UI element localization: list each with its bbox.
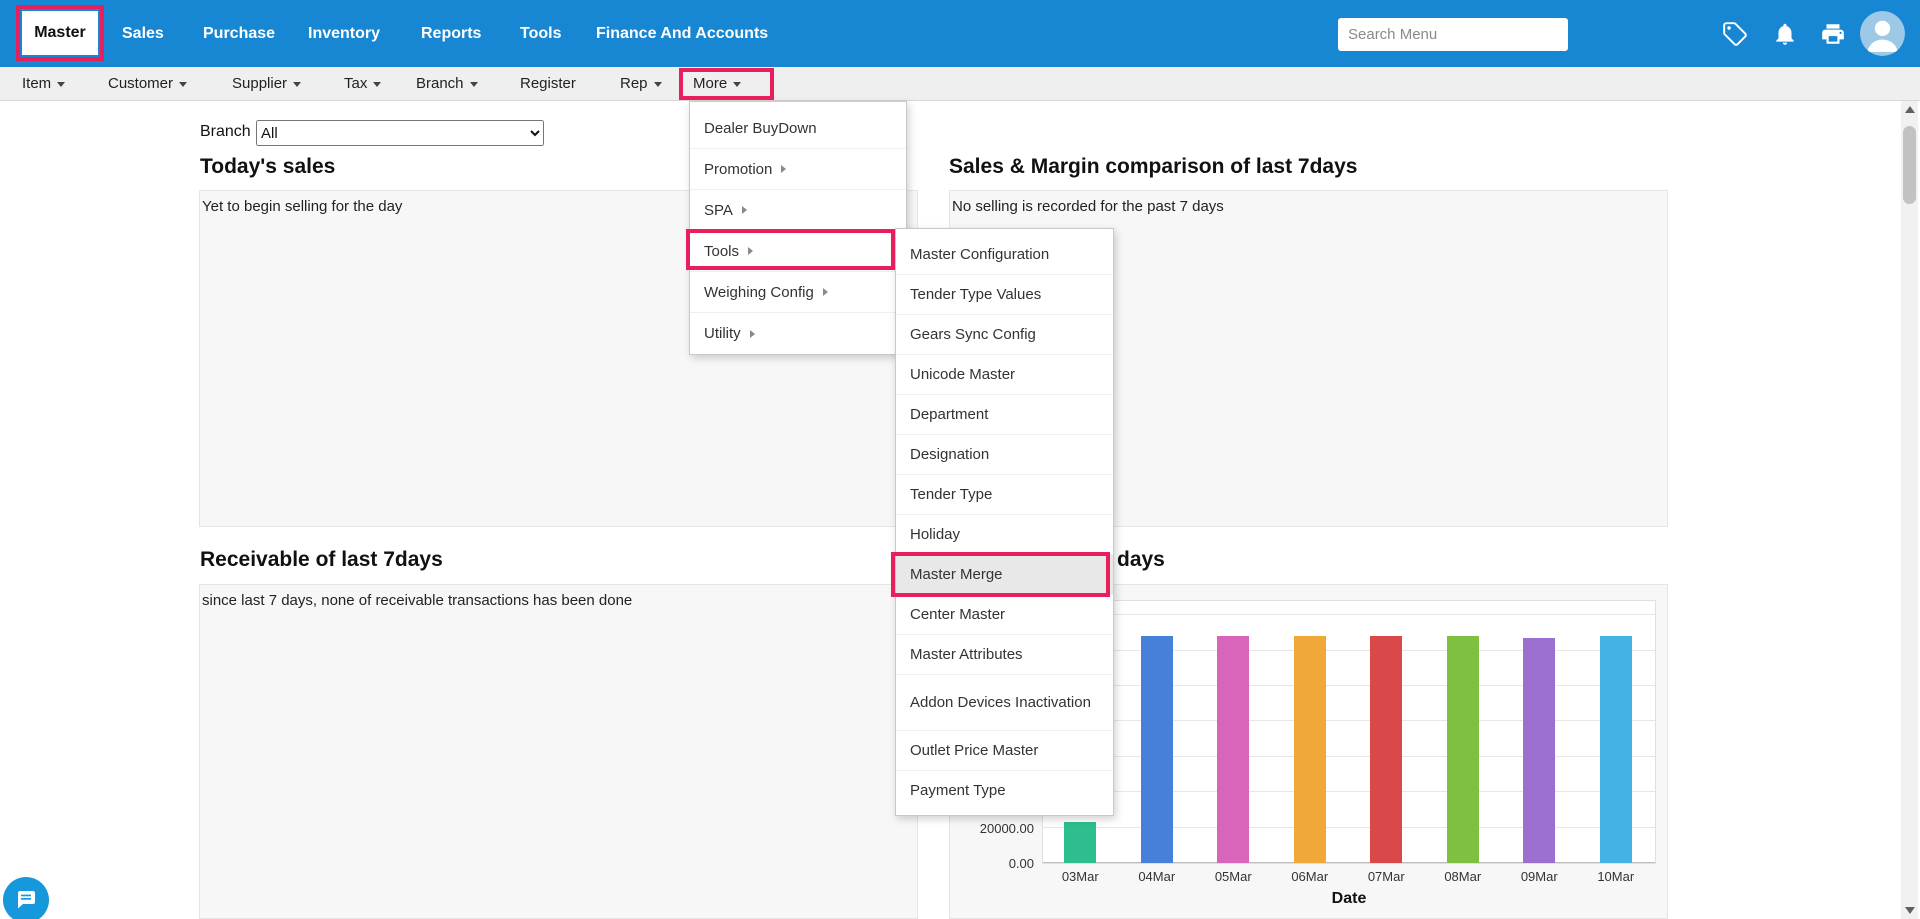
submenu-item-outlet-price-master[interactable]: Outlet Price Master	[896, 731, 1113, 771]
chevron-right-icon	[750, 330, 755, 338]
submenu-item-master-merge[interactable]: Master Merge	[896, 555, 1113, 595]
x-tick-label: 10Mar	[1578, 869, 1655, 884]
subnav-supplier[interactable]: Supplier	[232, 67, 301, 101]
more-dropdown-menu: Dealer BuyDown Promotion SPA Tools Weigh…	[689, 101, 907, 355]
menu-item-spa[interactable]: SPA	[690, 190, 906, 231]
printer-icon[interactable]	[1820, 21, 1846, 47]
sales-margin-empty-text: No selling is recorded for the past 7 da…	[950, 191, 1667, 215]
subnav-more[interactable]: More	[693, 67, 741, 101]
x-tick-label: 07Mar	[1348, 869, 1425, 884]
subnav-rep[interactable]: Rep	[620, 67, 662, 101]
submenu-item-unicode-master[interactable]: Unicode Master	[896, 355, 1113, 395]
submenu-item-addon-devices-inactivation[interactable]: Addon Devices Inactivation	[896, 675, 1113, 731]
x-tick-label: 03Mar	[1042, 869, 1119, 884]
vertical-scrollbar[interactable]	[1901, 101, 1918, 919]
menu-item-dealer-buydown[interactable]: Dealer BuyDown	[690, 108, 906, 149]
search-input[interactable]	[1338, 18, 1568, 51]
bar-05Mar	[1217, 636, 1249, 863]
nav-master[interactable]: Master	[22, 11, 98, 55]
caret-down-icon	[179, 82, 187, 87]
bar-07Mar	[1370, 636, 1402, 863]
subnav-item[interactable]: Item	[22, 67, 65, 101]
nav-inventory[interactable]: Inventory	[308, 0, 380, 67]
chart-x-axis-title: Date	[1042, 890, 1656, 908]
submenu-item-payment-type[interactable]: Payment Type	[896, 771, 1113, 811]
caret-down-icon	[654, 82, 662, 87]
chart-bars	[1042, 600, 1656, 864]
chevron-right-icon	[823, 288, 828, 296]
chart-x-labels: 03Mar04Mar05Mar06Mar07Mar08Mar09Mar10Mar	[1042, 869, 1656, 887]
nav-finance-and-accounts[interactable]: Finance And Accounts	[596, 0, 768, 67]
scrollbar-down-button[interactable]	[1901, 902, 1918, 919]
scrollbar-up-button[interactable]	[1901, 101, 1918, 118]
submenu-item-master-configuration[interactable]: Master Configuration	[896, 235, 1113, 275]
submenu-item-center-master[interactable]: Center Master	[896, 595, 1113, 635]
price-tag-icon[interactable]	[1722, 21, 1748, 47]
receivable-empty-text: since last 7 days, none of receivable tr…	[200, 585, 917, 609]
nav-purchase[interactable]: Purchase	[203, 0, 275, 67]
subnav-tax[interactable]: Tax	[344, 67, 381, 101]
menu-item-tools[interactable]: Tools	[690, 231, 906, 272]
sub-navbar: Item Customer Supplier Tax Branch Regist…	[0, 67, 1920, 101]
nav-sales[interactable]: Sales	[122, 0, 164, 67]
caret-down-icon	[57, 82, 65, 87]
user-avatar[interactable]	[1860, 11, 1905, 56]
nav-tools[interactable]: Tools	[520, 0, 561, 67]
chart-title-partial: days	[1117, 548, 1165, 572]
submenu-item-department[interactable]: Department	[896, 395, 1113, 435]
menu-item-weighing-config[interactable]: Weighing Config	[690, 272, 906, 313]
chat-icon	[14, 888, 38, 912]
submenu-item-tender-type-values[interactable]: Tender Type Values	[896, 275, 1113, 315]
submenu-item-tender-type[interactable]: Tender Type	[896, 475, 1113, 515]
nav-reports[interactable]: Reports	[421, 0, 481, 67]
caret-down-icon	[733, 82, 741, 87]
todays-sales-title: Today's sales	[200, 155, 335, 179]
y-tick-label: 0.00	[948, 856, 1034, 871]
receivable-title: Receivable of last 7days	[200, 548, 443, 572]
submenu-item-master-attributes[interactable]: Master Attributes	[896, 635, 1113, 675]
caret-down-icon	[293, 82, 301, 87]
bar-09Mar	[1523, 638, 1555, 863]
menu-item-utility[interactable]: Utility	[690, 313, 906, 354]
y-tick-label: 20000.00	[948, 821, 1034, 836]
submenu-item-designation[interactable]: Designation	[896, 435, 1113, 475]
x-tick-label: 04Mar	[1119, 869, 1196, 884]
submenu-item-gears-sync-config[interactable]: Gears Sync Config	[896, 315, 1113, 355]
caret-down-icon	[373, 82, 381, 87]
top-navbar: Sales Purchase Inventory Reports Tools F…	[0, 0, 1920, 67]
caret-up-icon	[1905, 106, 1915, 113]
submenu-item-holiday[interactable]: Holiday	[896, 515, 1113, 555]
x-tick-label: 08Mar	[1425, 869, 1502, 884]
bar-10Mar	[1600, 636, 1632, 863]
caret-down-icon	[470, 82, 478, 87]
bar-06Mar	[1294, 636, 1326, 863]
branch-filter-label: Branch	[200, 123, 251, 141]
app-root: Branch All Today's sales Yet to begin se…	[0, 0, 1920, 919]
bell-icon[interactable]	[1772, 21, 1798, 47]
x-tick-label: 05Mar	[1195, 869, 1272, 884]
branch-filter-select[interactable]: All	[256, 120, 544, 146]
annotation-box-master: Master	[16, 5, 104, 61]
bar-08Mar	[1447, 636, 1479, 863]
chat-support-button[interactable]	[3, 877, 49, 919]
chevron-right-icon	[748, 247, 753, 255]
tools-submenu: Master Configuration Tender Type Values …	[895, 228, 1114, 816]
sales-margin-title: Sales & Margin comparison of last 7days	[949, 155, 1357, 179]
bar-03Mar	[1064, 822, 1096, 863]
chevron-right-icon	[742, 206, 747, 214]
scrollbar-thumb[interactable]	[1903, 126, 1916, 204]
receivable-panel: since last 7 days, none of receivable tr…	[199, 584, 918, 919]
menu-item-promotion[interactable]: Promotion	[690, 149, 906, 190]
chevron-right-icon	[781, 165, 786, 173]
caret-down-icon	[1905, 907, 1915, 914]
x-tick-label: 06Mar	[1272, 869, 1349, 884]
subnav-branch[interactable]: Branch	[416, 67, 478, 101]
bar-04Mar	[1141, 636, 1173, 863]
x-tick-label: 09Mar	[1501, 869, 1578, 884]
subnav-register[interactable]: Register	[520, 67, 576, 101]
subnav-customer[interactable]: Customer	[108, 67, 187, 101]
